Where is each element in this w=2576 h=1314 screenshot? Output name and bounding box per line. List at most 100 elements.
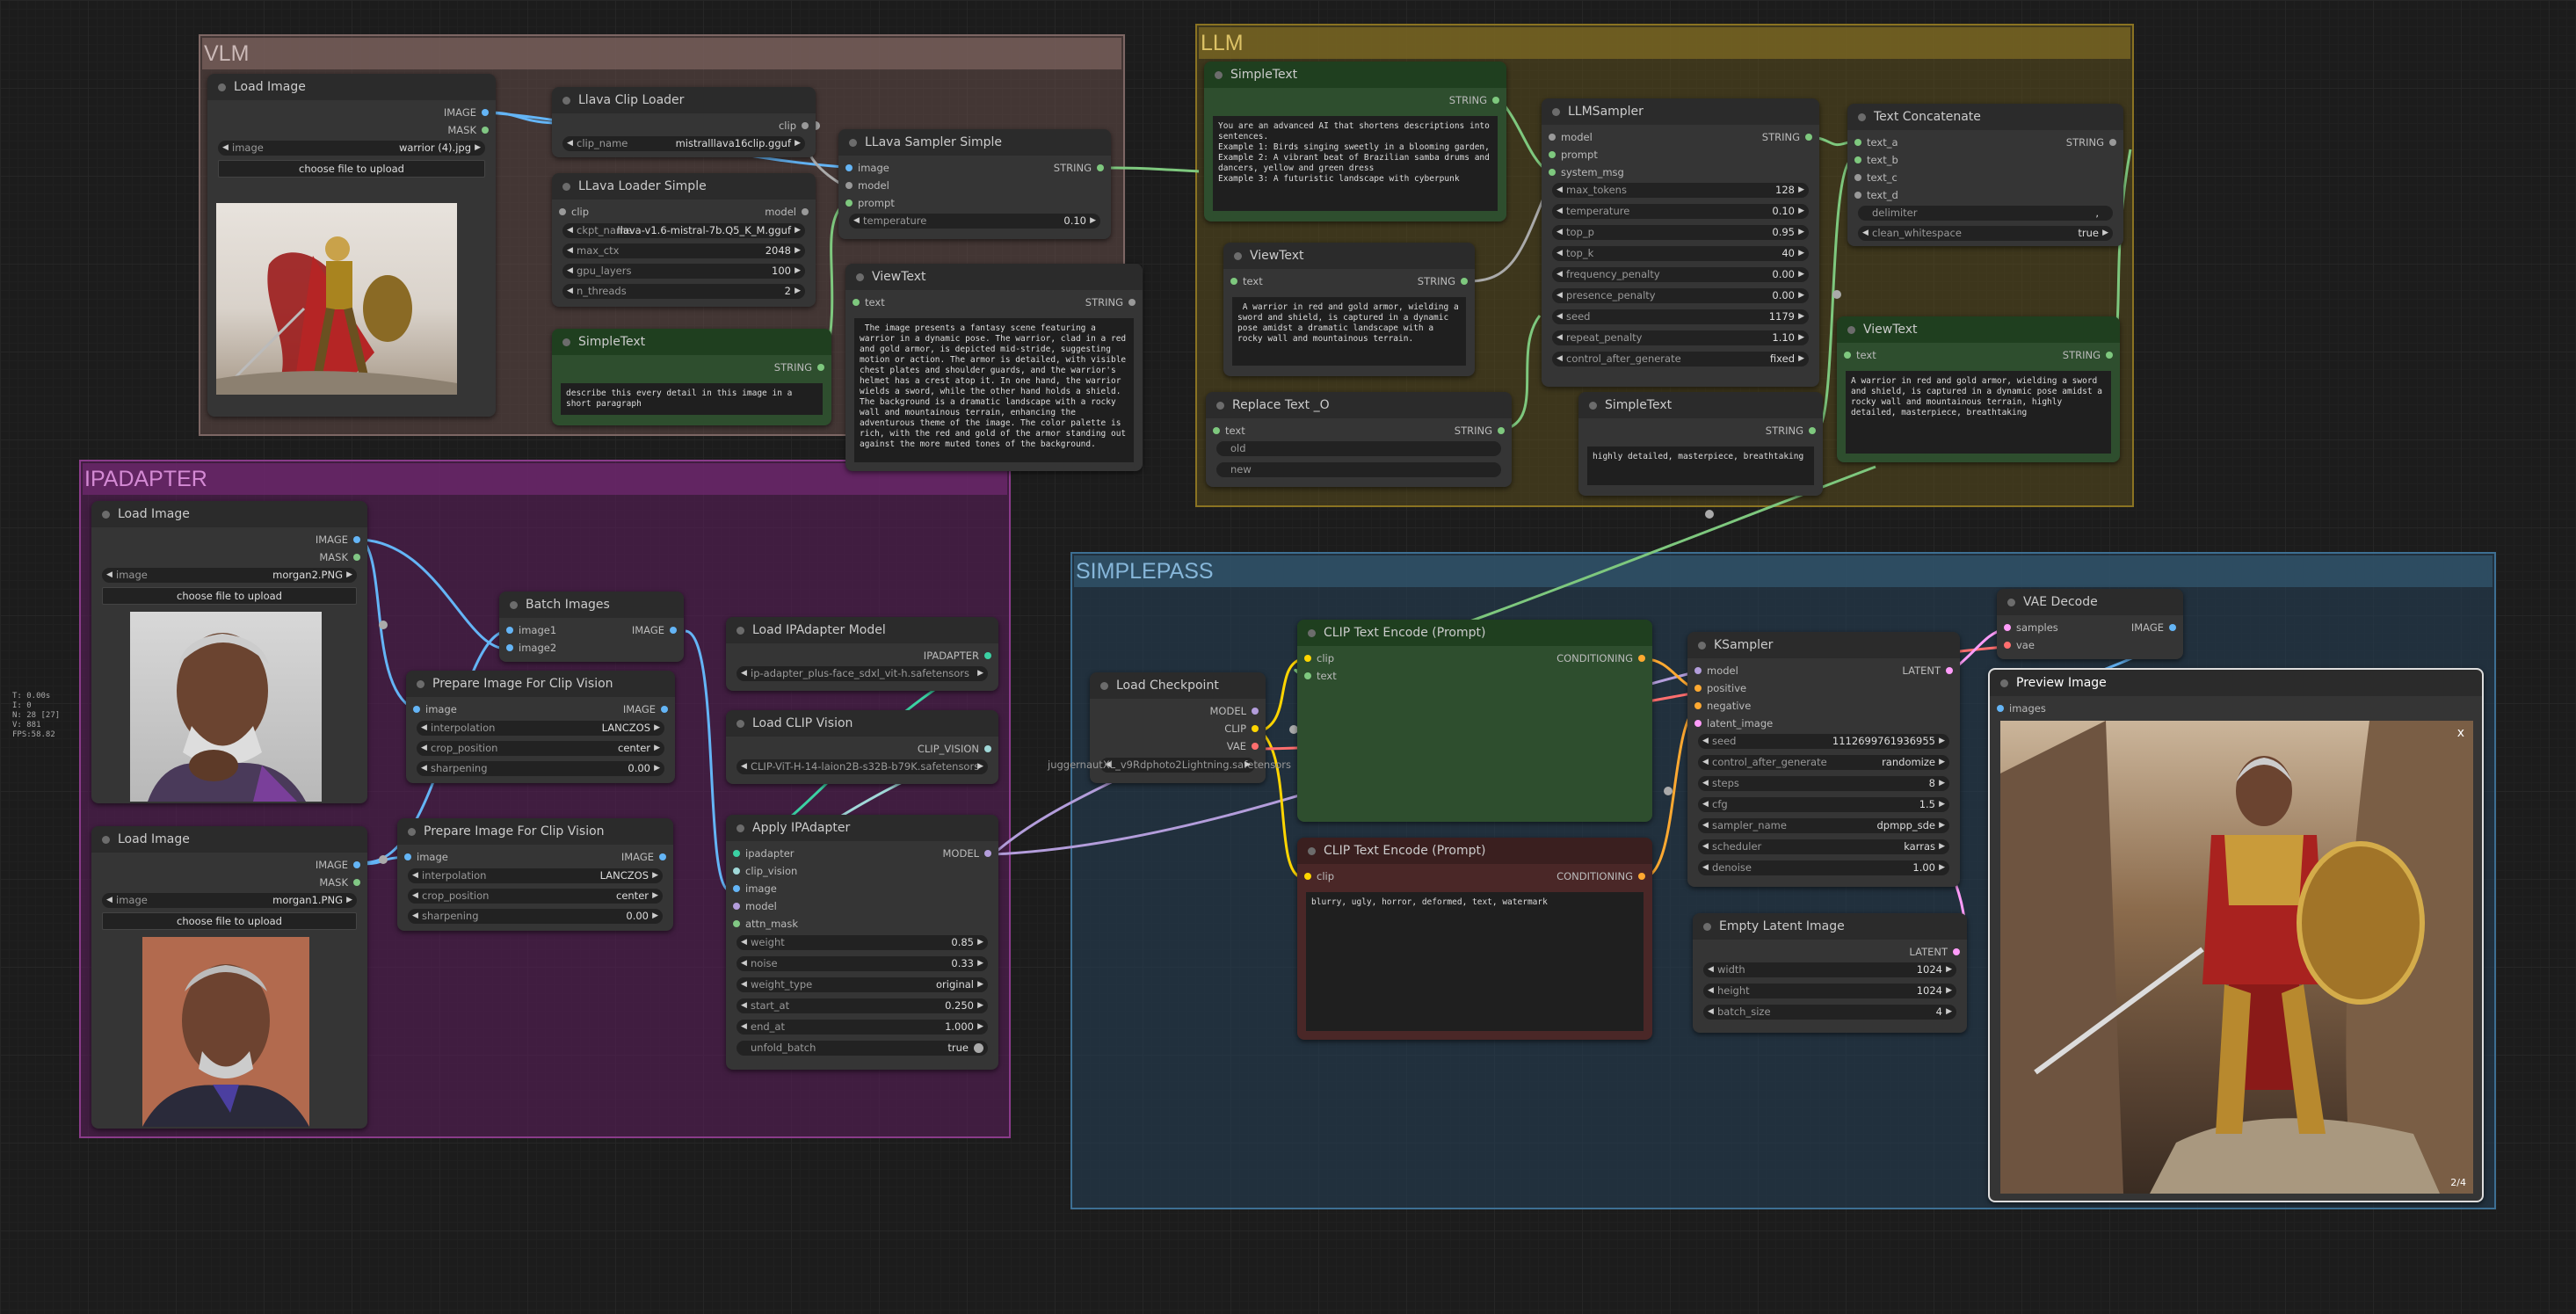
view-textarea[interactable]: The image presents a fantasy scene featu…: [854, 318, 1134, 462]
interpolation-widget[interactable]: interpolation LANCZOS: [408, 868, 663, 883]
output-clip-vision-slot[interactable]: [984, 745, 991, 752]
node-apply-ipadapter[interactable]: Apply IPAdapter ipadapter MODEL clip_visi…: [726, 815, 998, 1070]
node-prepare-clip-vision-2[interactable]: Prepare Image For Clip Vision image IMAGE…: [397, 818, 673, 931]
input-text-c-slot[interactable]: [1854, 174, 1861, 181]
ipadapter-file-widget[interactable]: ip-adapter_plus-face_sdxl_vit-h.safetens…: [737, 666, 988, 681]
output-conditioning-slot[interactable]: [1638, 655, 1645, 662]
ipa-weight-widget[interactable]: weight 0.85: [737, 935, 988, 950]
output-string-slot[interactable]: [1498, 427, 1505, 434]
view-textarea[interactable]: A warrior in red and gold armor, wieldin…: [1232, 297, 1466, 366]
gpu-layers-widget[interactable]: gpu_layers 100: [562, 264, 805, 279]
output-string-slot[interactable]: [1809, 427, 1816, 434]
input-clip-slot[interactable]: [1304, 873, 1311, 880]
input-text-slot[interactable]: [1304, 672, 1311, 679]
node-ksampler[interactable]: KSampler model LATENT positive negative l…: [1687, 632, 1960, 887]
negative-prompt-textarea[interactable]: blurry, ugly, horror, deformed, text, wa…: [1306, 892, 1644, 1031]
node-title[interactable]: Llava Clip Loader: [552, 87, 816, 113]
output-image-slot[interactable]: [661, 706, 668, 713]
output-image-slot[interactable]: [353, 536, 360, 543]
max-ctx-widget[interactable]: max_ctx 2048: [562, 243, 805, 258]
output-model-slot[interactable]: [984, 850, 991, 857]
input-image-slot[interactable]: [845, 164, 853, 171]
output-image-slot[interactable]: [670, 627, 677, 634]
node-llava-loader-simple[interactable]: LLava Loader Simple clip model ckpt_namel…: [552, 173, 816, 307]
output-image-slot[interactable]: [2169, 624, 2176, 631]
input-latent-image-slot[interactable]: [1694, 720, 1702, 727]
node-title[interactable]: ViewText: [1837, 316, 2120, 343]
node-empty-latent-image[interactable]: Empty Latent Image LATENT width1024heigh…: [1693, 913, 1967, 1033]
input-samples-slot[interactable]: [2004, 624, 2011, 631]
llm-repeat-penalty-widget[interactable]: repeat_penalty 1.10: [1552, 330, 1809, 345]
node-title[interactable]: Load Image: [207, 74, 496, 100]
upload-button[interactable]: choose file to upload: [102, 587, 357, 605]
node-title[interactable]: ViewText: [1223, 243, 1475, 269]
node-title[interactable]: SimpleText: [1204, 62, 1506, 88]
ks-steps-widget[interactable]: steps 8: [1698, 776, 1949, 791]
node-title[interactable]: VAE Decode: [1997, 589, 2183, 615]
input-ipadapter-slot[interactable]: [733, 850, 740, 857]
node-title[interactable]: Replace Text _O: [1206, 392, 1512, 418]
latent-batch-size-widget[interactable]: batch_size 4: [1703, 1005, 1956, 1020]
node-title[interactable]: Prepare Image For Clip Vision: [397, 818, 673, 845]
llm-seed-widget[interactable]: seed 1179: [1552, 309, 1809, 324]
node-ipa-load-image-1[interactable]: Load Image IMAGE MASK image morgan2.PNG c…: [91, 501, 367, 803]
ks-sampler-name-widget[interactable]: sampler_name dpmpp_sde: [1698, 818, 1949, 833]
node-llm-simpletext-2[interactable]: SimpleText STRING highly detailed, maste…: [1578, 392, 1823, 496]
node-clip-text-encode-negative[interactable]: CLIP Text Encode (Prompt) clip CONDITIONI…: [1297, 838, 1652, 1040]
node-vlm-simpletext[interactable]: SimpleText STRING describe this every de…: [552, 329, 831, 425]
output-string-slot[interactable]: [1128, 299, 1136, 306]
node-title[interactable]: LLava Sampler Simple: [838, 129, 1111, 156]
llm-frequency-penalty-widget[interactable]: frequency_penalty 0.00: [1552, 267, 1809, 282]
sharpening-widget[interactable]: sharpening 0.00: [417, 761, 664, 776]
interpolation-widget[interactable]: interpolation LANCZOS: [417, 721, 664, 736]
node-title[interactable]: LLava Loader Simple: [552, 173, 816, 200]
node-title[interactable]: Text Concatenate: [1847, 104, 2123, 130]
node-title[interactable]: CLIP Text Encode (Prompt): [1297, 620, 1652, 646]
input-clip-slot[interactable]: [1304, 655, 1311, 662]
node-text-concatenate[interactable]: Text Concatenate text_a STRING text_b tex…: [1847, 104, 2123, 246]
output-string-slot[interactable]: [817, 364, 824, 371]
node-llm-sampler[interactable]: LLMSampler model STRING prompt system_msg…: [1542, 98, 1819, 387]
ipa-weight-type-widget[interactable]: weight_type original: [737, 977, 988, 992]
input-vae-slot[interactable]: [2004, 642, 2011, 649]
node-vlm-viewtext[interactable]: ViewText text STRING The image presents a…: [845, 264, 1143, 471]
output-conditioning-slot[interactable]: [1638, 873, 1645, 880]
input-image-slot[interactable]: [733, 885, 740, 892]
output-clip-slot[interactable]: [1252, 725, 1259, 732]
input-image1-slot[interactable]: [506, 627, 513, 634]
ckpt-name-widget[interactable]: ckpt_namellava-v1.6-mistral-7b.Q5_K_M.gg…: [562, 223, 805, 238]
output-latent-slot[interactable]: [1953, 948, 1960, 955]
node-prepare-clip-vision-1[interactable]: Prepare Image For Clip Vision image IMAGE…: [406, 671, 675, 783]
sharpening-widget[interactable]: sharpening 0.00: [408, 909, 663, 924]
input-negative-slot[interactable]: [1694, 702, 1702, 709]
old-field[interactable]: old: [1216, 441, 1501, 456]
node-title[interactable]: SimpleText: [552, 329, 831, 355]
input-model-slot[interactable]: [1694, 667, 1702, 674]
input-clip-slot[interactable]: [559, 208, 566, 215]
node-title[interactable]: Load Image: [91, 501, 367, 527]
input-model-slot[interactable]: [1549, 134, 1556, 141]
node-title[interactable]: Load Checkpoint: [1090, 672, 1266, 699]
input-model-slot[interactable]: [733, 903, 740, 910]
ks-seed-widget[interactable]: seed 1112699761936955: [1698, 734, 1949, 749]
input-image2-slot[interactable]: [506, 644, 513, 651]
output-image-slot[interactable]: [482, 109, 489, 116]
ks-control-after-generate-widget[interactable]: control_after_generate randomize: [1698, 755, 1949, 770]
output-string-slot[interactable]: [1461, 278, 1468, 285]
input-text-slot[interactable]: [1213, 427, 1220, 434]
clip-vision-file-widget[interactable]: CLIP-ViT-H-14-laion2B-s32B-b79K.safetens…: [737, 759, 988, 774]
output-string-slot[interactable]: [2106, 352, 2113, 359]
node-title[interactable]: Prepare Image For Clip Vision: [406, 671, 675, 697]
input-positive-slot[interactable]: [1694, 685, 1702, 692]
temperature-widget[interactable]: temperature 0.10: [849, 214, 1100, 229]
upload-button[interactable]: choose file to upload: [102, 912, 357, 930]
output-string-slot[interactable]: [1492, 97, 1499, 104]
output-string-slot[interactable]: [2109, 139, 2116, 146]
input-text-slot[interactable]: [1844, 352, 1851, 359]
ipa-end-at-widget[interactable]: end_at 1.000: [737, 1020, 988, 1035]
node-llm-viewtext-2[interactable]: ViewText text STRING A warrior in red and…: [1837, 316, 2120, 462]
output-mask-slot[interactable]: [482, 127, 489, 134]
n-threads-widget[interactable]: n_threads 2: [562, 284, 805, 299]
input-text-slot[interactable]: [1230, 278, 1237, 285]
output-string-slot[interactable]: [1097, 164, 1104, 171]
